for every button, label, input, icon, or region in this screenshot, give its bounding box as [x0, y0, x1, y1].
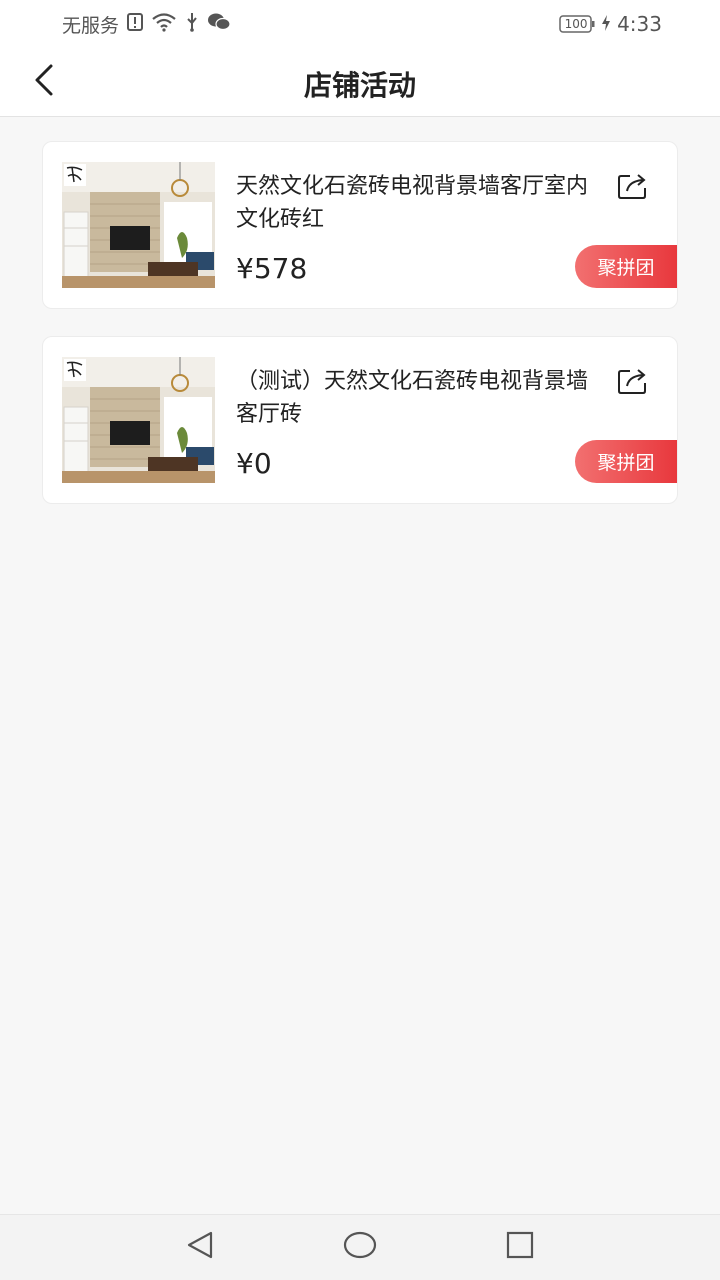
product-price: ¥578: [236, 252, 308, 285]
system-navigation-bar: [0, 1214, 720, 1280]
system-home-button[interactable]: [340, 1227, 380, 1267]
clock-time: 4:33: [617, 12, 662, 36]
system-recents-button[interactable]: [500, 1227, 540, 1267]
page-title: 店铺活动: [303, 69, 416, 102]
charging-icon: [601, 12, 611, 36]
status-right: 100 4:33: [559, 11, 662, 37]
usb-icon: [185, 12, 199, 37]
battery-level: 100: [564, 17, 588, 31]
product-image[interactable]: [62, 162, 215, 288]
product-title[interactable]: （测试）天然文化石瓷砖电视背景墙客厅砖: [236, 365, 596, 431]
circle-home-icon: [342, 1229, 378, 1265]
square-recents-icon: [504, 1229, 536, 1265]
alert-icon: [127, 12, 144, 36]
share-icon: [617, 172, 649, 204]
share-button[interactable]: [615, 170, 651, 206]
status-left: 无服务: [62, 11, 231, 37]
product-image[interactable]: [62, 357, 215, 483]
group-buy-button[interactable]: 聚拼团: [575, 245, 677, 288]
product-title[interactable]: 天然文化石瓷砖电视背景墙客厅室内文化砖红: [236, 170, 596, 236]
status-bar: 无服务 100 4:33: [0, 0, 720, 48]
activity-list: 天然文化石瓷砖电视背景墙客厅室内文化砖红 ¥578 聚拼团 （测试）天然文化石瓷…: [42, 141, 678, 531]
wechat-icon: [207, 12, 231, 37]
product-card[interactable]: 天然文化石瓷砖电视背景墙客厅室内文化砖红 ¥578 聚拼团: [42, 141, 678, 309]
product-price: ¥0: [236, 447, 272, 480]
group-buy-button[interactable]: 聚拼团: [575, 440, 677, 483]
wifi-icon: [151, 12, 177, 37]
product-card[interactable]: （测试）天然文化石瓷砖电视背景墙客厅砖 ¥0 聚拼团: [42, 336, 678, 504]
carrier-text: 无服务: [62, 14, 120, 37]
navigation-bar: 店铺活动: [0, 48, 720, 117]
share-button[interactable]: [615, 365, 651, 401]
triangle-back-icon: [184, 1229, 216, 1265]
share-icon: [617, 367, 649, 399]
battery-icon: 100: [559, 15, 595, 33]
system-back-button[interactable]: [180, 1227, 220, 1267]
